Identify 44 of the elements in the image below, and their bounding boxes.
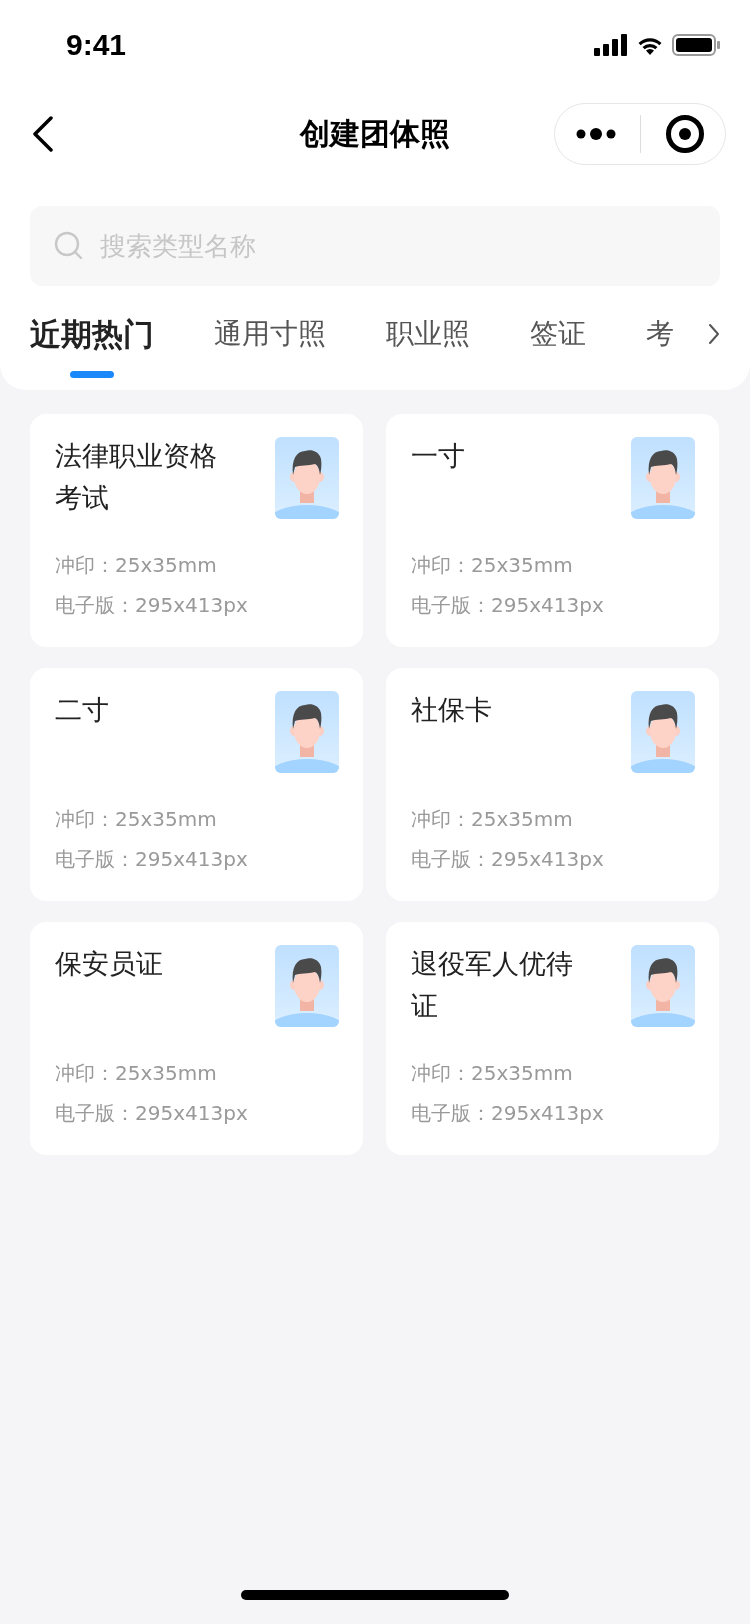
battery-icon (672, 34, 720, 56)
digital-size: 电子版：295x413px (411, 592, 605, 619)
card-title: 保安员证 (55, 947, 164, 981)
category-tab[interactable]: 通用寸照 (214, 314, 326, 378)
signal-icon (594, 34, 628, 56)
avatar-icon (275, 437, 339, 519)
photo-type-card[interactable]: 退役军人优待证 冲印：25x35mm 电子版：295x413px (386, 922, 719, 1155)
card-title: 退役军人优待证 (411, 947, 574, 1023)
back-icon[interactable] (32, 116, 54, 152)
digital-size: 电子版：295x413px (55, 592, 249, 619)
category-tab[interactable]: 职业照 (386, 314, 470, 378)
card-title: 法律职业资格考试 (55, 439, 218, 515)
category-tab[interactable]: 考 (646, 314, 674, 378)
digital-size: 电子版：295x413px (55, 846, 249, 873)
print-size: 冲印：25x35mm (55, 806, 218, 833)
photo-type-card[interactable]: 二寸 冲印：25x35mm 电子版：295x413px (30, 668, 363, 901)
avatar-icon (631, 437, 695, 519)
card-title: 社保卡 (411, 693, 493, 727)
more-icon[interactable] (574, 127, 617, 141)
avatar-icon (275, 691, 339, 773)
digital-size: 电子版：295x413px (411, 846, 605, 873)
photo-type-card[interactable]: 一寸 冲印：25x35mm 电子版：295x413px (386, 414, 719, 647)
search-icon (54, 231, 84, 261)
card-title: 二寸 (55, 693, 110, 727)
chevron-right-icon[interactable] (708, 323, 720, 345)
digital-size: 电子版：295x413px (411, 1100, 605, 1127)
page-title: 创建团体照 (298, 114, 451, 153)
photo-type-card[interactable]: 社保卡 冲印：25x35mm 电子版：295x413px (386, 668, 719, 901)
digital-size: 电子版：295x413px (55, 1100, 249, 1127)
photo-type-card[interactable]: 保安员证 冲印：25x35mm 电子版：295x413px (30, 922, 363, 1155)
print-size: 冲印：25x35mm (55, 552, 218, 579)
avatar-icon (631, 945, 695, 1027)
category-tab[interactable]: 近期热门 (30, 314, 154, 378)
card-title: 一寸 (411, 439, 466, 473)
avatar-icon (275, 945, 339, 1027)
print-size: 冲印：25x35mm (411, 1060, 574, 1087)
target-icon[interactable] (665, 114, 706, 154)
print-size: 冲印：25x35mm (411, 552, 574, 579)
status-time: 9:41 (66, 28, 127, 62)
avatar-icon (631, 691, 695, 773)
print-size: 冲印：25x35mm (55, 1060, 218, 1087)
photo-type-card[interactable]: 法律职业资格考试 冲印：25x35mm 电子版：295x413px (30, 414, 363, 647)
print-size: 冲印：25x35mm (411, 806, 574, 833)
category-tab[interactable]: 签证 (530, 314, 586, 378)
